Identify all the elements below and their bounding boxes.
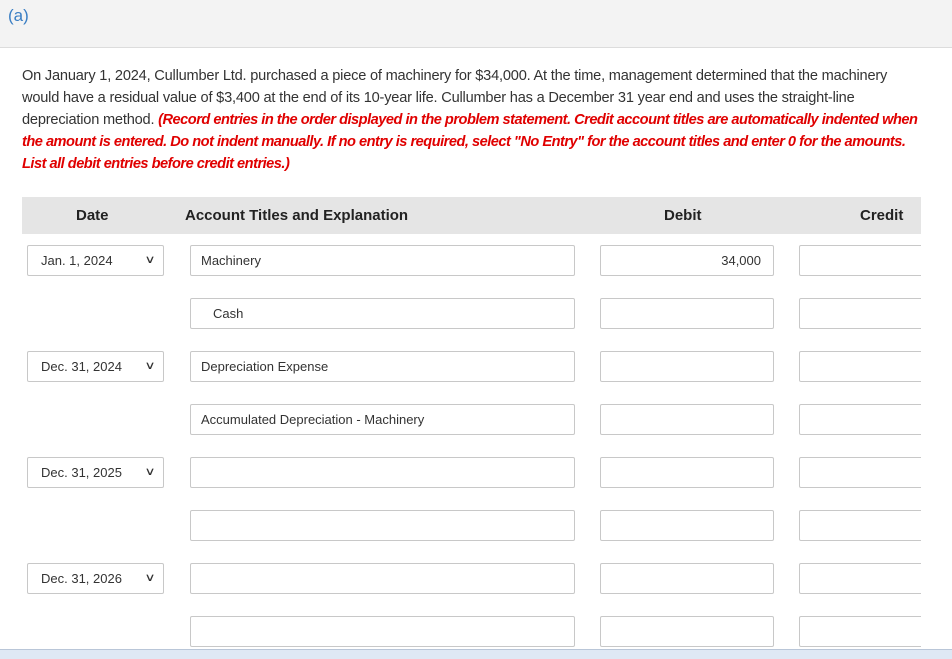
credit-input[interactable] [799, 351, 921, 382]
journal-entry-table: Date Account Titles and Explanation Debi… [0, 197, 921, 649]
header-credit: Credit [860, 207, 904, 224]
date-select[interactable]: Dec. 31, 2025 ∨ [27, 457, 164, 488]
header-account: Account Titles and Explanation [185, 207, 409, 224]
date-select[interactable]: Jan. 1, 2024 ∨ [27, 245, 164, 276]
debit-input[interactable]: 34,000 [600, 245, 774, 276]
header-date: Date [76, 207, 109, 224]
debit-input[interactable] [600, 457, 774, 488]
account-title-input[interactable]: Cash [190, 298, 575, 329]
account-title-input[interactable]: Accumulated Depreciation - Machinery [190, 404, 575, 435]
credit-input[interactable] [799, 404, 921, 435]
debit-input[interactable] [600, 351, 774, 382]
date-value: Dec. 31, 2026 [41, 571, 122, 586]
debit-input[interactable] [600, 563, 774, 594]
credit-input[interactable] [799, 563, 921, 594]
date-value: Dec. 31, 2025 [41, 465, 122, 480]
credit-input[interactable]: 34,000 [799, 298, 921, 329]
date-value: Jan. 1, 2024 [41, 253, 113, 268]
credit-input[interactable] [799, 616, 921, 647]
debit-input[interactable] [600, 616, 774, 647]
account-title-input[interactable] [190, 563, 575, 594]
account-title-input[interactable] [190, 457, 575, 488]
account-title-input[interactable] [190, 510, 575, 541]
chevron-down-icon: ∨ [144, 360, 156, 372]
date-select[interactable]: Dec. 31, 2024 ∨ [27, 351, 164, 382]
date-value: Dec. 31, 2024 [41, 359, 122, 374]
debit-input[interactable] [600, 510, 774, 541]
chevron-down-icon: ∨ [144, 572, 156, 584]
account-title-input[interactable]: Depreciation Expense [190, 351, 575, 382]
date-select[interactable]: Dec. 31, 2026 ∨ [27, 563, 164, 594]
chevron-down-icon: ∨ [144, 254, 156, 266]
debit-input[interactable] [600, 404, 774, 435]
chevron-down-icon: ∨ [144, 466, 156, 478]
part-header: (a) [0, 0, 952, 48]
table-header: Date Account Titles and Explanation Debi… [22, 197, 921, 234]
account-title-input[interactable] [190, 616, 575, 647]
account-title-input[interactable]: Machinery [190, 245, 575, 276]
credit-input[interactable] [799, 510, 921, 541]
credit-input[interactable] [799, 457, 921, 488]
problem-statement: On January 1, 2024, Cullumber Ltd. purch… [22, 65, 922, 175]
debit-input[interactable] [600, 298, 774, 329]
header-debit: Debit [664, 207, 702, 224]
part-label: (a) [8, 6, 29, 25]
credit-input[interactable] [799, 245, 921, 276]
